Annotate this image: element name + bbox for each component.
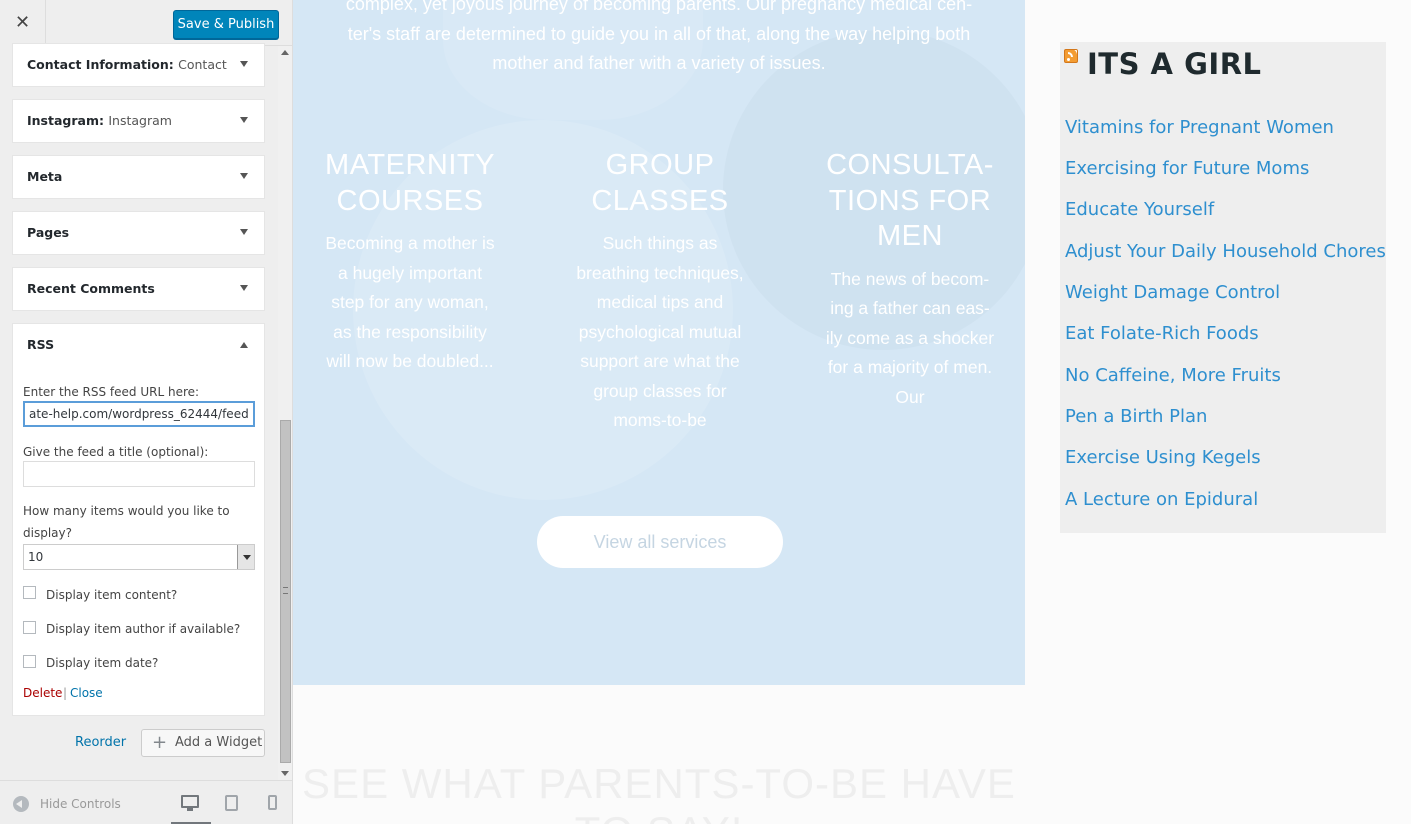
grip-icon — [283, 587, 288, 594]
rss-link[interactable]: Exercise Using Kegels — [1065, 447, 1261, 468]
caret-down-icon[interactable] — [240, 117, 248, 123]
add-widget-button[interactable]: + Add a Widget — [141, 729, 265, 757]
item-count-label-cont: display? — [23, 526, 72, 540]
caret-down-icon[interactable] — [240, 61, 248, 67]
rss-link[interactable]: Vitamins for Pregnant Women — [1065, 117, 1334, 138]
link-separator: | — [63, 686, 68, 700]
delete-link[interactable]: Delete — [23, 686, 62, 700]
widget-title: Pages — [27, 225, 70, 240]
customizer-header: ✕ Save & Publish — [0, 0, 292, 46]
rss-widget-form: Enter the RSS feed URL here: ate-help.co… — [12, 366, 265, 716]
rss-link[interactable]: A Lecture on Epidural — [1065, 489, 1258, 510]
widget-title: Instagram: Instagram — [27, 113, 172, 128]
widget-contact-information[interactable]: Contact Information: Contact... — [12, 43, 265, 87]
customizer-footer: Hide Controls — [0, 780, 292, 824]
widget-instagram[interactable]: Instagram: Instagram — [12, 99, 265, 143]
display-content-label: Display item content? — [46, 588, 178, 602]
sidebar-scrollbar[interactable] — [278, 46, 292, 780]
intro-line: complex, yet joyous journey of becoming … — [345, 0, 973, 14]
reorder-link[interactable]: Reorder — [75, 735, 126, 750]
services-intro: complex, yet joyous journey of becoming … — [309, 0, 1009, 79]
collapse-icon[interactable] — [13, 796, 29, 812]
rss-widget: ITS A GIRL Vitamins for Pregnant Women E… — [1060, 42, 1386, 533]
widget-pages[interactable]: Pages — [12, 211, 265, 255]
widget-rss[interactable]: RSS — [12, 323, 265, 367]
scroll-down-icon[interactable] — [281, 771, 289, 776]
service-title[interactable]: GROUP CLASSES — [560, 148, 760, 219]
item-count-label: How many items would you like to — [23, 504, 230, 518]
service-consultations-for-men: CONSULTA- TIONS FOR MEN The news of beco… — [810, 148, 1010, 412]
close-link[interactable]: Close — [70, 686, 103, 700]
rss-icon[interactable] — [1064, 49, 1078, 63]
add-widget-label: Add a Widget — [175, 735, 263, 750]
display-date-checkbox[interactable] — [23, 655, 36, 668]
close-icon[interactable]: ✕ — [0, 0, 46, 46]
tablet-preview-icon[interactable] — [225, 795, 238, 811]
rss-link[interactable]: Adjust Your Daily Household Chores — [1065, 241, 1386, 262]
feed-title-label: Give the feed a title (optional): — [23, 445, 209, 459]
rss-url-input[interactable]: ate-help.com/wordpress_62444/feed — [23, 401, 255, 427]
intro-line: ter's staff are determined to guide you … — [347, 23, 971, 44]
item-count-value: 10 — [28, 550, 44, 564]
save-publish-button[interactable]: Save & Publish — [173, 10, 279, 39]
widget-meta[interactable]: Meta — [12, 155, 265, 199]
caret-down-icon[interactable] — [240, 285, 248, 291]
service-text: Such things as breathing techniques, med… — [576, 233, 744, 430]
item-count-select[interactable]: 10 — [23, 544, 255, 570]
widget-title: Meta — [27, 169, 63, 184]
service-group-classes: GROUP CLASSES Such things as breathing t… — [560, 148, 760, 436]
caret-up-icon[interactable] — [240, 342, 248, 348]
scrollbar-thumb[interactable] — [280, 420, 291, 763]
service-text: Becoming a mother is a hugely important … — [325, 233, 495, 371]
rss-url-label: Enter the RSS feed URL here: — [23, 385, 200, 399]
desktop-preview-icon[interactable] — [181, 795, 199, 811]
service-title[interactable]: MATERNITY COURSES — [310, 148, 510, 219]
testimonials-heading: SEE WHAT PARENTS-TO-BE HAVE TO SAY! — [302, 760, 1016, 824]
widget-recent-comments[interactable]: Recent Comments — [12, 267, 265, 311]
hide-controls-button[interactable]: Hide Controls — [40, 797, 121, 811]
intro-line: mother and father with a variety of issu… — [492, 53, 826, 73]
caret-down-icon[interactable] — [240, 229, 248, 235]
rss-link[interactable]: Pen a Birth Plan — [1065, 406, 1207, 427]
chevron-down-icon[interactable] — [237, 545, 254, 569]
customizer-sidebar: ✕ Save & Publish Contact Information: Co… — [0, 0, 293, 824]
service-title[interactable]: CONSULTA- TIONS FOR MEN — [810, 148, 1010, 255]
site-preview: complex, yet joyous journey of becoming … — [293, 0, 1411, 824]
widget-title: RSS — [27, 337, 55, 352]
caret-down-icon[interactable] — [240, 173, 248, 179]
feed-title-input[interactable] — [23, 461, 255, 487]
display-content-checkbox[interactable] — [23, 586, 36, 599]
rss-link[interactable]: Exercising for Future Moms — [1065, 158, 1309, 179]
view-all-services-button[interactable]: View all services — [537, 516, 783, 568]
service-text: The news of becom- ing a father can eas-… — [825, 268, 995, 407]
display-author-checkbox[interactable] — [23, 621, 36, 634]
services-section: complex, yet joyous journey of becoming … — [293, 0, 1025, 685]
scroll-up-icon[interactable] — [281, 50, 289, 55]
rss-link[interactable]: Educate Yourself — [1065, 199, 1214, 220]
display-author-label: Display item author if available? — [46, 622, 241, 636]
rss-link[interactable]: Weight Damage Control — [1065, 282, 1280, 303]
rss-link[interactable]: Eat Folate-Rich Foods — [1065, 323, 1259, 344]
plus-icon: + — [152, 732, 168, 753]
rss-link[interactable]: No Caffeine, More Fruits — [1065, 365, 1281, 386]
display-date-label: Display item date? — [46, 656, 159, 670]
mobile-preview-icon[interactable] — [268, 795, 277, 810]
widget-title: Recent Comments — [27, 281, 155, 296]
service-maternity-courses: MATERNITY COURSES Becoming a mother is a… — [310, 148, 510, 377]
rss-widget-title[interactable]: ITS A GIRL — [1087, 47, 1262, 81]
widget-title: Contact Information: Contact... — [27, 57, 227, 72]
